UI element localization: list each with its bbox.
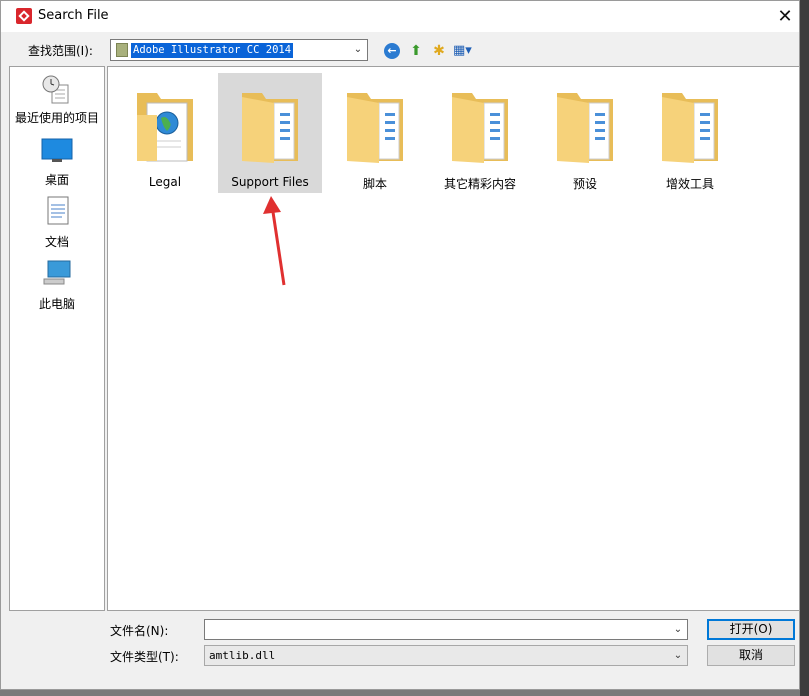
search-file-dialog: Search File ✕ 查找范围(I): Adobe Illustrator… [0, 0, 800, 690]
filename-input[interactable]: ⌄ [204, 619, 688, 640]
up-folder-button[interactable]: ⬆ [407, 41, 425, 61]
sidebar-item-label: 此电脑 [38, 297, 75, 311]
places-sidebar: 最近使用的项目 桌面 文档 此电脑 [9, 66, 105, 611]
filetype-select[interactable]: amtlib.dll ⌄ [204, 645, 688, 666]
folder-label: 其它精彩内容 [443, 177, 516, 191]
up-folder-icon: ⬆ [410, 43, 422, 59]
back-button[interactable]: ← [384, 43, 400, 59]
chevron-down-icon: ⌄ [353, 44, 363, 55]
look-in-value: Adobe Illustrator CC 2014 [131, 43, 294, 58]
folder-label: Legal [148, 175, 182, 189]
new-folder-button[interactable]: ✱ [430, 41, 448, 61]
chevron-down-icon: ⌄ [673, 624, 683, 635]
sidebar-item-this-pc[interactable]: 此电脑 [10, 257, 104, 315]
cancel-button[interactable]: 取消 [707, 645, 795, 666]
open-button[interactable]: 打开(O) [707, 619, 795, 640]
folder-item-legal[interactable]: Legal [113, 73, 217, 193]
desktop-icon [41, 138, 73, 162]
background-window-edge [800, 0, 809, 696]
this-pc-icon [43, 260, 71, 285]
view-grid-icon: ▦▾ [453, 43, 472, 58]
back-arrow-icon: ← [387, 44, 397, 57]
filetype-value: amtlib.dll [209, 649, 276, 662]
title-bar: Search File ✕ [1, 1, 799, 32]
folder-icon [662, 93, 718, 163]
folder-icon [347, 93, 403, 163]
folder-item-presets[interactable]: 预设 [533, 73, 637, 193]
recent-items-icon [42, 75, 69, 104]
sidebar-item-label: 桌面 [44, 173, 69, 187]
globe-folder-icon [137, 93, 193, 162]
look-in-dropdown[interactable]: Adobe Illustrator CC 2014 ⌄ [110, 39, 368, 61]
close-icon: ✕ [777, 6, 793, 27]
sidebar-item-label: 文档 [44, 235, 69, 249]
new-folder-icon: ✱ [433, 43, 445, 59]
sidebar-item-recent[interactable]: 最近使用的项目 [10, 71, 104, 129]
folder-label: 预设 [572, 177, 597, 191]
folder-item-plugins[interactable]: 增效工具 [638, 73, 742, 193]
app-logo-icon [16, 8, 32, 24]
folder-icon [452, 93, 508, 163]
folder-label: 脚本 [362, 177, 387, 191]
chevron-down-icon: ⌄ [673, 650, 683, 661]
filename-label: 文件名(N): [110, 624, 169, 638]
filetype-label: 文件类型(T): [110, 650, 179, 664]
close-button[interactable]: ✕ [771, 3, 799, 31]
window-title: Search File [38, 8, 109, 23]
folder-item-support-files[interactable]: Support Files [218, 73, 322, 193]
folder-icon [242, 93, 298, 163]
sidebar-item-desktop[interactable]: 桌面 [10, 133, 104, 191]
folder-item-scripts[interactable]: 脚本 [323, 73, 427, 193]
look-in-label: 查找范围(I): [28, 44, 93, 58]
folder-icon [116, 43, 128, 57]
folder-icon [557, 93, 613, 163]
documents-icon [47, 196, 69, 225]
folder-label: 增效工具 [665, 177, 714, 191]
view-menu-button[interactable]: ▦▾ [453, 41, 479, 61]
file-list-view: Legal Support Files 脚本 其它精彩内容 预设 增效工具 [107, 66, 800, 611]
folder-item-extras[interactable]: 其它精彩内容 [428, 73, 532, 193]
sidebar-item-documents[interactable]: 文档 [10, 195, 104, 253]
folder-label: Support Files [231, 175, 309, 189]
sidebar-item-label: 最近使用的项目 [14, 111, 99, 125]
